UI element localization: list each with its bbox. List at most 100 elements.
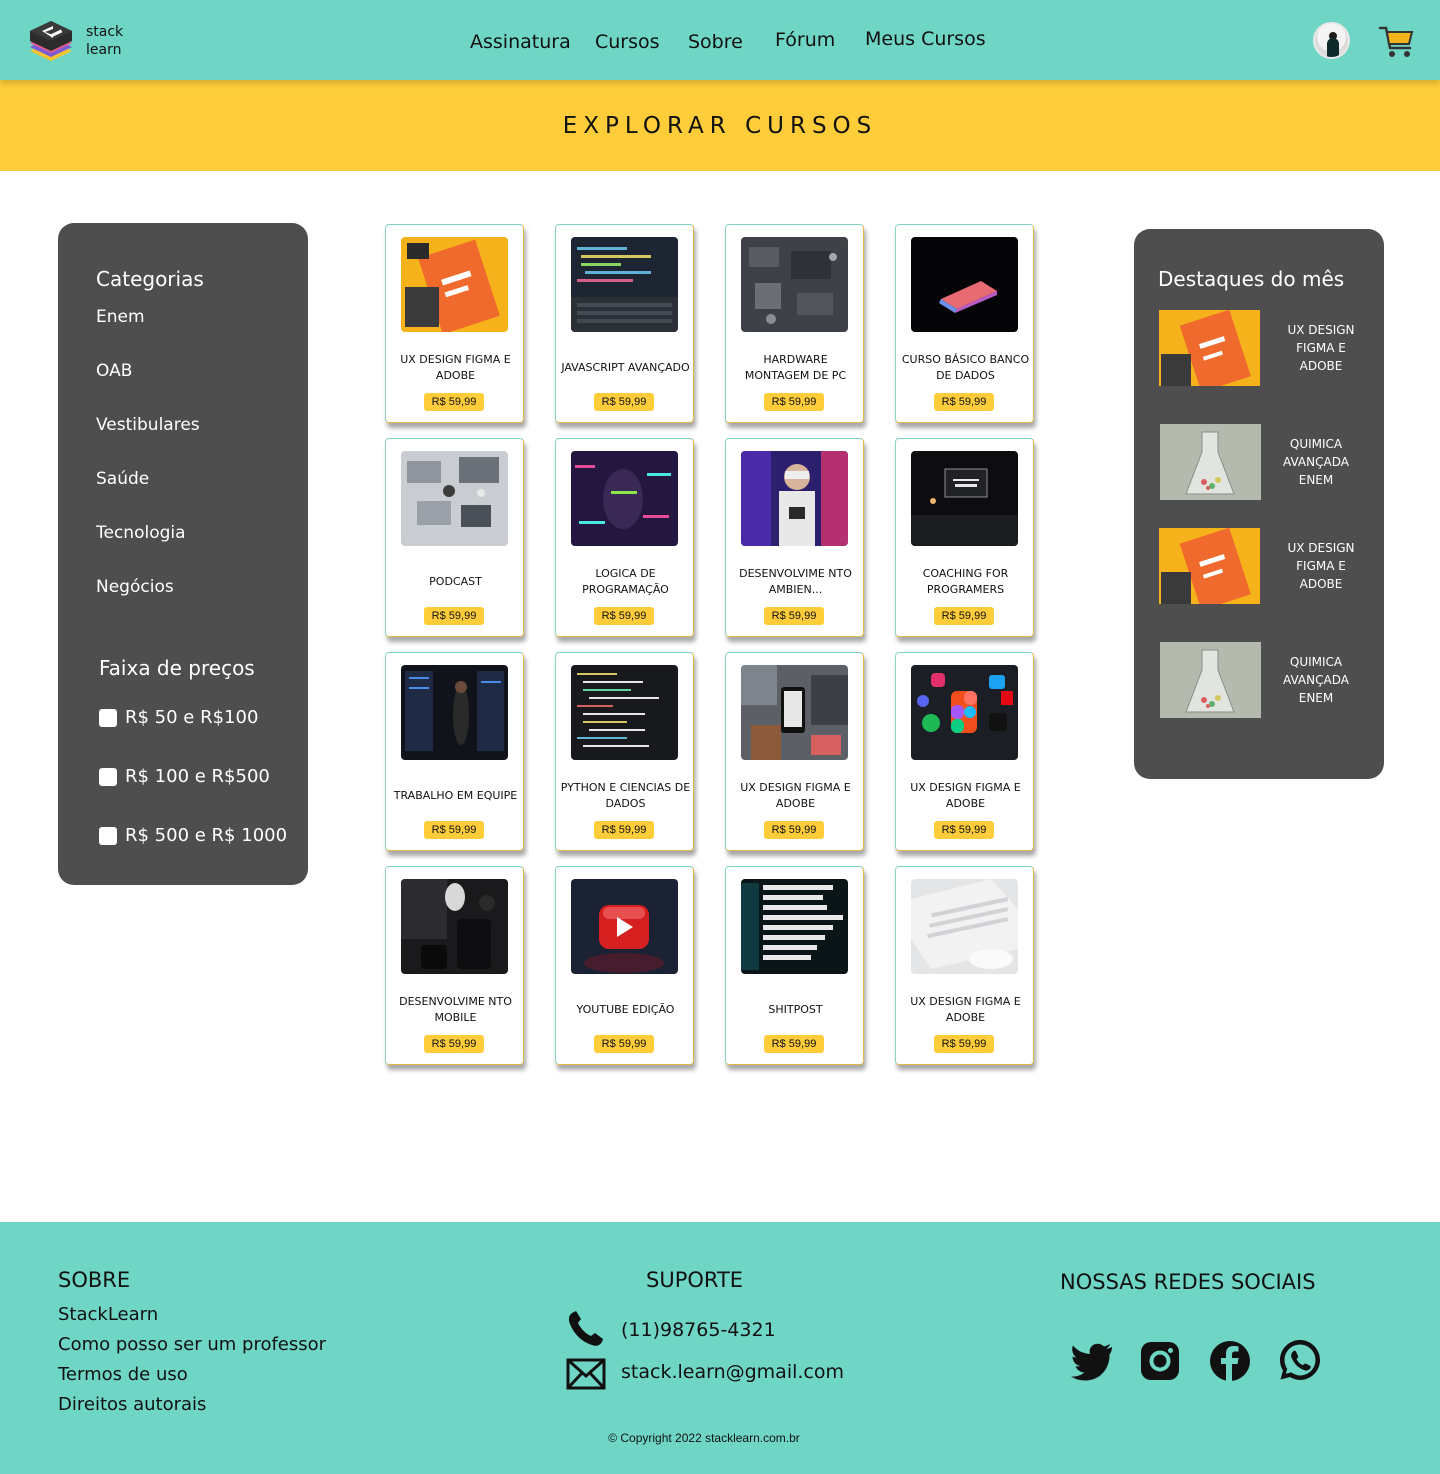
price-checkbox[interactable] <box>99 708 117 727</box>
featured-item[interactable]: UX DESIGN FIGMA E ADOBE <box>1159 528 1369 606</box>
featured-title: QUIMICA AVANÇADA ENEM <box>1283 437 1349 487</box>
course-title: LOGICA DE PROGRAMAÇÃO <box>582 567 669 596</box>
course-thumbnail <box>401 451 508 546</box>
footer-link-teacher[interactable]: Como posso ser um professor <box>58 1334 326 1355</box>
featured-title: UX DESIGN FIGMA E ADOBE <box>1287 323 1355 373</box>
course-card[interactable]: UX DESIGN FIGMA E ADOBE R$ 59,99 <box>895 652 1034 851</box>
featured-panel: Destaques do mês UX DESIGN FIGMA E ADOBE… <box>1134 229 1384 779</box>
course-title: UX DESIGN FIGMA E ADOBE <box>910 995 1021 1024</box>
course-card[interactable]: PYTHON E CIENCIAS DE DADOS R$ 59,99 <box>555 652 694 851</box>
featured-thumbnail <box>1160 642 1261 718</box>
nav-assinatura[interactable]: Assinatura <box>470 31 571 53</box>
featured-heading: Destaques do mês <box>1158 267 1345 291</box>
price-range-100-500[interactable]: R$ 100 e R$500 <box>99 766 270 787</box>
course-card[interactable]: LOGICA DE PROGRAMAÇÃO R$ 59,99 <box>555 438 694 637</box>
support-phone: (11)98765-4321 <box>621 1319 776 1341</box>
course-thumbnail <box>911 237 1018 332</box>
course-thumbnail <box>401 237 508 332</box>
course-card[interactable]: JAVASCRIPT AVANÇADO R$ 59,99 <box>555 224 694 423</box>
course-title: TRABALHO EM EQUIPE <box>393 789 518 802</box>
page-title: EXPLORAR CURSOS <box>562 112 878 139</box>
course-price: R$ 59,99 <box>764 607 824 625</box>
nav-sobre[interactable]: Sobre <box>688 31 743 53</box>
course-grid: UX DESIGN FIGMA E ADOBE R$ 59,99 JAVASCR… <box>385 224 1035 1069</box>
footer-link-terms[interactable]: Termos de uso <box>58 1364 188 1385</box>
course-thumbnail <box>741 451 848 546</box>
phone-icon <box>566 1310 606 1353</box>
site-footer: SOBRE StackLearn Como posso ser um profe… <box>0 1222 1440 1474</box>
course-card[interactable]: CURSO BÁSICO BANCO DE DADOS R$ 59,99 <box>895 224 1034 423</box>
course-price: R$ 59,99 <box>764 821 824 839</box>
featured-item[interactable]: QUIMICA AVANÇADA ENEM <box>1160 642 1370 720</box>
nav-forum[interactable]: Fórum <box>775 29 835 51</box>
course-title: SHITPOST <box>768 1003 823 1016</box>
course-title: COACHING FOR PROGRAMERS <box>922 567 1009 596</box>
featured-item[interactable]: QUIMICA AVANÇADA ENEM <box>1160 424 1370 502</box>
course-title: JAVASCRIPT AVANÇADO <box>561 361 690 374</box>
avatar-body <box>1327 38 1339 57</box>
course-price: R$ 59,99 <box>934 393 994 411</box>
footer-about-heading: SOBRE <box>58 1268 131 1292</box>
cart-icon[interactable] <box>1378 22 1414 60</box>
facebook-icon[interactable] <box>1208 1339 1252 1383</box>
course-card[interactable]: COACHING FOR PROGRAMERS R$ 59,99 <box>895 438 1034 637</box>
course-price: R$ 59,99 <box>424 1035 484 1053</box>
category-negocios[interactable]: Negócios <box>96 577 174 597</box>
course-card[interactable]: DESENVOLVIME NTO AMBIEN... R$ 59,99 <box>725 438 864 637</box>
course-price: R$ 59,99 <box>594 821 654 839</box>
featured-thumbnail <box>1159 528 1260 604</box>
copyright-text: © Copyright 2022 stacklearn.com.br <box>608 1431 800 1445</box>
category-saude[interactable]: Saúde <box>96 469 149 489</box>
footer-link-stacklearn[interactable]: StackLearn <box>58 1304 158 1325</box>
footer-social-heading: NOSSAS REDES SOCIAIS <box>1060 1270 1316 1294</box>
course-thumbnail <box>911 879 1018 974</box>
course-price: R$ 59,99 <box>764 1035 824 1053</box>
course-title: CURSO BÁSICO BANCO DE DADOS <box>901 353 1030 382</box>
nav-cursos[interactable]: Cursos <box>595 31 660 53</box>
course-price: R$ 59,99 <box>424 607 484 625</box>
price-range-500-1000[interactable]: R$ 500 e R$ 1000 <box>99 825 287 846</box>
course-card[interactable]: UX DESIGN FIGMA E ADOBE R$ 59,99 <box>385 224 524 423</box>
twitter-icon[interactable] <box>1070 1338 1114 1382</box>
category-vestibulares[interactable]: Vestibulares <box>96 415 200 435</box>
price-range-50-100[interactable]: R$ 50 e R$100 <box>99 707 258 728</box>
course-card[interactable]: HARDWARE MONTAGEM DE PC R$ 59,99 <box>725 224 864 423</box>
course-card[interactable]: PODCAST R$ 59,99 <box>385 438 524 637</box>
category-tecnologia[interactable]: Tecnologia <box>96 523 186 543</box>
category-oab[interactable]: OAB <box>96 361 132 381</box>
course-thumbnail <box>911 451 1018 546</box>
course-thumbnail <box>741 665 848 760</box>
price-checkbox[interactable] <box>99 767 117 786</box>
featured-item[interactable]: UX DESIGN FIGMA E ADOBE <box>1159 310 1369 388</box>
top-navbar: stack learn Assinatura Cursos Sobre Fóru… <box>0 0 1440 80</box>
explore-banner: EXPLORAR CURSOS <box>0 80 1440 171</box>
price-checkbox[interactable] <box>99 826 117 845</box>
price-range-label: R$ 500 e R$ 1000 <box>125 825 288 846</box>
course-price: R$ 59,99 <box>594 1035 654 1053</box>
email-icon <box>566 1358 606 1395</box>
categories-heading: Categorias <box>96 267 204 291</box>
course-card[interactable]: SHITPOST R$ 59,99 <box>725 866 864 1065</box>
whatsapp-icon[interactable] <box>1278 1338 1322 1382</box>
course-title: PODCAST <box>429 575 482 588</box>
course-title: UX DESIGN FIGMA E ADOBE <box>740 781 851 810</box>
course-card[interactable]: UX DESIGN FIGMA E ADOBE R$ 59,99 <box>725 652 864 851</box>
featured-title: UX DESIGN FIGMA E ADOBE <box>1287 541 1355 591</box>
course-thumbnail <box>571 237 678 332</box>
course-price: R$ 59,99 <box>424 821 484 839</box>
course-thumbnail <box>741 237 848 332</box>
featured-title: QUIMICA AVANÇADA ENEM <box>1283 655 1349 705</box>
course-card[interactable]: DESENVOLVIME NTO MOBILE R$ 59,99 <box>385 866 524 1065</box>
footer-link-copyright[interactable]: Direitos autorais <box>58 1394 206 1415</box>
course-price: R$ 59,99 <box>594 607 654 625</box>
course-title: DESENVOLVIME NTO MOBILE <box>399 995 512 1024</box>
support-email[interactable]: stack.learn@gmail.com <box>621 1361 844 1383</box>
instagram-icon[interactable] <box>1139 1340 1183 1384</box>
nav-meus-cursos[interactable]: Meus Cursos <box>865 28 986 50</box>
course-card[interactable]: YOUTUBE EDIÇÃO R$ 59,99 <box>555 866 694 1065</box>
course-thumbnail <box>571 451 678 546</box>
user-avatar-icon[interactable] <box>1313 22 1350 59</box>
course-card[interactable]: TRABALHO EM EQUIPE R$ 59,99 <box>385 652 524 851</box>
course-card[interactable]: UX DESIGN FIGMA E ADOBE R$ 59,99 <box>895 866 1034 1065</box>
category-enem[interactable]: Enem <box>96 307 145 327</box>
